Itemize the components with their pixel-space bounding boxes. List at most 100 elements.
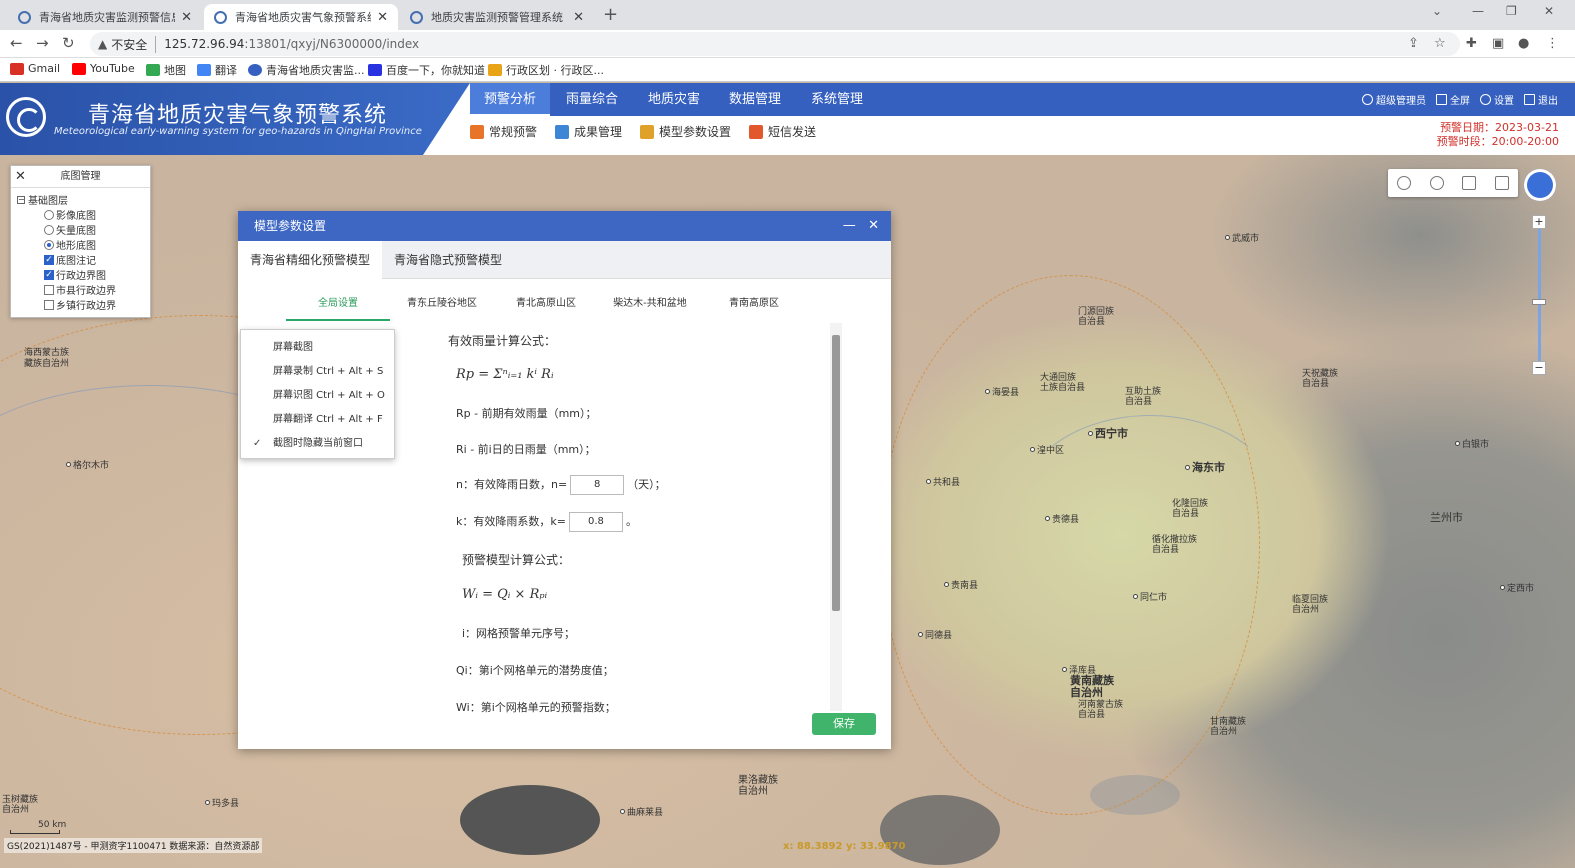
bookmark-translate[interactable]: 翻译 bbox=[197, 62, 237, 78]
zoom-in-icon[interactable] bbox=[1397, 176, 1412, 190]
tab-title: 地质灾害监测预警管理系统 bbox=[431, 11, 563, 24]
pan-compass[interactable] bbox=[1524, 169, 1556, 201]
menu-icon[interactable]: ⋮ bbox=[1546, 36, 1559, 51]
browser-tab-2[interactable]: 青海省地质灾害气象预警系统 ✕ bbox=[204, 4, 398, 30]
star-icon[interactable]: ☆ bbox=[1434, 36, 1446, 51]
minimize-button[interactable]: — bbox=[1472, 4, 1484, 18]
layer-imagery[interactable]: 影像底图 bbox=[11, 207, 150, 222]
tab-search-icon[interactable]: ⌄ bbox=[1432, 4, 1442, 18]
ri-description: Ri - 前i日的日雨量（mm）； bbox=[456, 443, 596, 456]
checkbox[interactable] bbox=[44, 284, 54, 295]
content-scrollbar[interactable] bbox=[830, 323, 842, 711]
checkbox[interactable]: ✓ bbox=[44, 269, 54, 280]
locate-icon[interactable] bbox=[1494, 176, 1509, 190]
layer-group[interactable]: − 基础图层 bbox=[11, 188, 150, 207]
maximize-button[interactable]: ❐ bbox=[1506, 4, 1517, 18]
layer-terrain[interactable]: 地形底图 bbox=[11, 237, 150, 252]
radio-button[interactable] bbox=[44, 224, 54, 235]
browser-tab-3[interactable]: 地质灾害监测预警管理系统 ✕ bbox=[400, 4, 594, 30]
bookmark-youtube[interactable]: YouTube bbox=[72, 62, 135, 75]
zoom-out-icon[interactable] bbox=[1429, 176, 1444, 190]
url-input[interactable]: ▲ 不安全 125.72.96.94 :13801/qxyj/N6300000/… bbox=[90, 32, 1460, 56]
window-close-button[interactable]: ✕ bbox=[1544, 4, 1554, 18]
new-tab-button[interactable]: + bbox=[603, 4, 618, 25]
n-input[interactable]: 8 bbox=[570, 475, 625, 495]
zoom-plus-button[interactable]: + bbox=[1532, 215, 1546, 229]
bookmark-baidu[interactable]: 百度一下，你就知道 bbox=[368, 62, 485, 78]
close-icon[interactable]: ✕ bbox=[868, 218, 879, 233]
place-label: 河南蒙古族 自治县 bbox=[1078, 700, 1124, 720]
layer-admin-boundary[interactable]: ✓ 行政边界图 bbox=[11, 267, 150, 282]
share-icon[interactable]: ⇪ bbox=[1408, 36, 1419, 51]
bookmark-maps[interactable]: 地图 bbox=[146, 62, 186, 78]
subnav-results[interactable]: 成果管理 bbox=[555, 123, 622, 140]
place-label: 甘南藏族 自治州 bbox=[1210, 717, 1247, 737]
layer-annotation[interactable]: ✓ 底图注记 bbox=[11, 252, 150, 267]
close-icon[interactable]: ✕ bbox=[573, 10, 584, 25]
nav-rainfall[interactable]: 雨量综合 bbox=[552, 83, 632, 116]
zoom-minus-button[interactable]: − bbox=[1532, 361, 1546, 375]
place-label: 大通回族 土族自治县 bbox=[1040, 373, 1086, 393]
tab-north-plateau[interactable]: 青北高原山区 bbox=[494, 293, 598, 321]
close-icon[interactable]: ✕ bbox=[15, 166, 26, 188]
zoom-slider[interactable]: + − bbox=[1532, 215, 1546, 375]
radio-button[interactable] bbox=[44, 209, 54, 220]
map-scale-bar bbox=[10, 830, 60, 834]
layer-label: 行政边界图 bbox=[56, 271, 106, 282]
tab-east-hills[interactable]: 青东丘陵谷地区 bbox=[390, 293, 494, 321]
close-icon[interactable]: ✕ bbox=[181, 10, 192, 25]
close-icon[interactable]: ✕ bbox=[377, 10, 388, 25]
layer-vector[interactable]: 矢量底图 bbox=[11, 222, 150, 237]
k-input[interactable]: 0.8 bbox=[568, 512, 623, 532]
place-label: 海晏县 bbox=[985, 385, 1019, 398]
profile-icon[interactable]: ● bbox=[1518, 36, 1529, 51]
tab-qaidam-basin[interactable]: 柴达木-共和盆地 bbox=[598, 293, 702, 321]
bookmark-admin-division[interactable]: 行政区划 · 行政区... bbox=[488, 62, 604, 78]
checkbox[interactable] bbox=[44, 299, 54, 310]
back-icon[interactable]: ← bbox=[10, 34, 23, 52]
tab-implicit-model[interactable]: 青海省隐式预警模型 bbox=[382, 241, 514, 278]
settings-button[interactable]: 设置 bbox=[1480, 92, 1514, 107]
admin-user[interactable]: 超级管理员 bbox=[1362, 92, 1426, 107]
sidebar-icon[interactable]: ▣ bbox=[1492, 36, 1504, 51]
browser-tab-1[interactable]: 青海省地质灾害监测预警信息化… ✕ bbox=[8, 4, 202, 30]
subnav-model-params[interactable]: 模型参数设置 bbox=[640, 123, 731, 140]
full-extent-icon[interactable] bbox=[1462, 176, 1477, 190]
menu-item-recognize[interactable]: 屏幕识图 Ctrl + Alt + O bbox=[241, 384, 394, 408]
place-label: 循化撒拉族 自治县 bbox=[1152, 535, 1198, 555]
nav-data-management[interactable]: 数据管理 bbox=[715, 83, 795, 116]
tab-south-plateau[interactable]: 青南高原区 bbox=[702, 293, 806, 321]
menu-item-record[interactable]: 屏幕录制 Ctrl + Alt + S bbox=[241, 360, 394, 384]
nav-warning-analysis[interactable]: 预警分析 bbox=[470, 83, 551, 116]
layer-county-boundary[interactable]: 市县行政边界 bbox=[11, 282, 150, 297]
tab-global-settings[interactable]: 全局设置 bbox=[286, 293, 390, 321]
map-toolbar bbox=[1388, 169, 1518, 197]
minimize-icon[interactable]: — bbox=[843, 218, 856, 233]
menu-label: 截图时隐藏当前窗口 bbox=[273, 438, 363, 449]
tab-fine-model[interactable]: 青海省精细化预警模型 bbox=[238, 241, 383, 279]
reload-icon[interactable]: ↻ bbox=[62, 34, 75, 52]
nav-geohazard[interactable]: 地质灾害 bbox=[634, 83, 714, 116]
sms-icon bbox=[749, 124, 764, 139]
zoom-thumb[interactable] bbox=[1532, 299, 1546, 305]
forward-icon[interactable]: → bbox=[36, 34, 49, 52]
menu-item-hide-window[interactable]: ✓ 截图时隐藏当前窗口 bbox=[241, 432, 394, 456]
subnav-sms[interactable]: 短信发送 bbox=[749, 123, 816, 140]
logout-button[interactable]: 退出 bbox=[1524, 92, 1558, 107]
nav-system-management[interactable]: 系统管理 bbox=[797, 83, 877, 116]
scrollbar-thumb[interactable] bbox=[832, 335, 840, 611]
extensions-icon[interactable]: ✚ bbox=[1466, 36, 1477, 51]
radio-button[interactable] bbox=[44, 239, 54, 250]
checkbox[interactable]: ✓ bbox=[44, 254, 54, 265]
fullscreen-button[interactable]: 全屏 bbox=[1436, 92, 1470, 107]
bookmark-qinghai[interactable]: 青海省地质灾害监... bbox=[248, 62, 365, 78]
layer-town-boundary[interactable]: 乡镇行政边界 bbox=[11, 297, 150, 312]
save-button[interactable]: 保存 bbox=[812, 713, 876, 735]
dialog-header: 模型参数设置 — ✕ bbox=[238, 211, 891, 241]
menu-item-screenshot[interactable]: 屏幕截图 bbox=[241, 336, 394, 360]
bookmark-gmail[interactable]: Gmail bbox=[10, 62, 60, 75]
menu-item-translate[interactable]: 屏幕翻译 Ctrl + Alt + F bbox=[241, 408, 394, 432]
collapse-icon[interactable]: − bbox=[17, 195, 25, 204]
settings-label: 设置 bbox=[1494, 96, 1514, 107]
subnav-routine-warning[interactable]: 常规预警 bbox=[470, 123, 537, 140]
